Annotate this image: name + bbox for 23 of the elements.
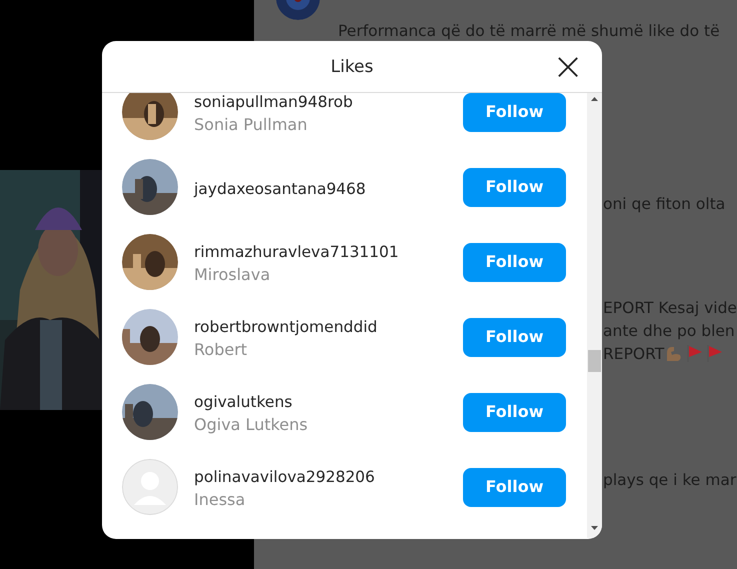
follow-button[interactable]: Follow [463, 392, 566, 432]
comment-text: EPORT Kesaj vide [603, 299, 737, 318]
display-name: Sonia Pullman [194, 114, 308, 136]
follow-button[interactable]: Follow [463, 242, 566, 282]
display-name: Ogiva Lutkens [194, 414, 309, 436]
username: rimmazhuravleva7131101 [194, 242, 400, 263]
username: polinavavilova2928206 [194, 467, 376, 488]
follow-button[interactable]: Follow [463, 468, 566, 506]
scrollbar[interactable] [587, 93, 602, 538]
username: soniapullman948rob [194, 93, 354, 113]
dialog-title: Likes [330, 57, 374, 77]
post-text: Performanca që do të marrë më shumë like do të [338, 21, 720, 42]
follow-button[interactable]: Follow [463, 168, 566, 206]
follow-button[interactable]: Follow [463, 93, 566, 132]
comment-text: REPORT [603, 345, 664, 364]
comment-text: oni qe fiton olta [603, 195, 726, 214]
comment-text: ante dhe po blen [603, 322, 735, 340]
default-avatar-icon [122, 459, 178, 515]
scrollbar-thumb[interactable] [588, 350, 601, 372]
display-name: Inessa [194, 489, 246, 511]
follow-button[interactable]: Follow [463, 318, 566, 356]
comment-text: plays qe i ke mar [603, 471, 736, 490]
close-button[interactable]: × [552, 50, 584, 82]
